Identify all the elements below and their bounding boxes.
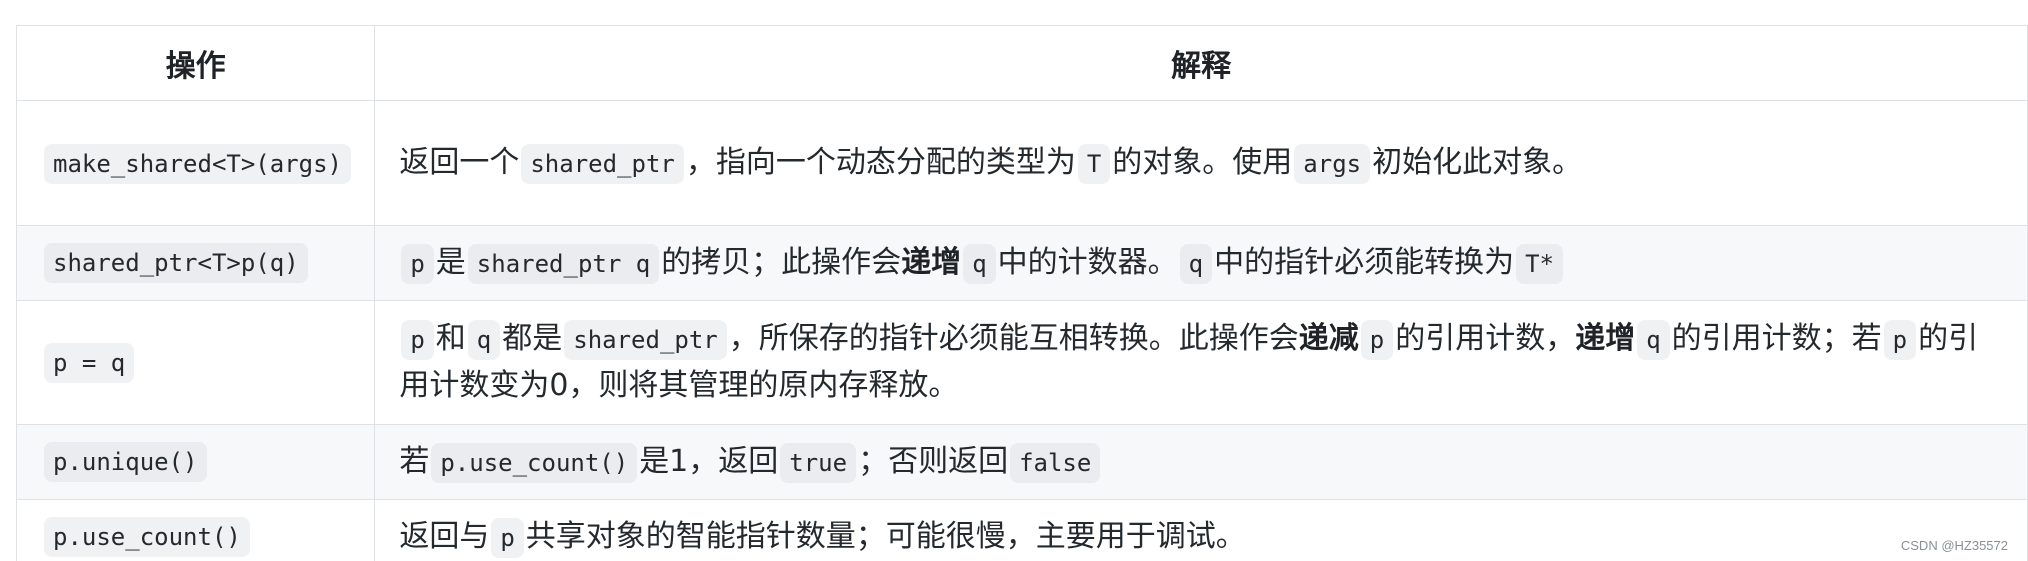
emphasis-text: 递增: [901, 244, 962, 280]
header-operation: 操作: [15, 25, 376, 101]
explanation-text: 的拷贝；此操作会: [661, 244, 902, 280]
inline-code: p: [401, 320, 434, 360]
inline-code: T*: [1516, 243, 1563, 284]
inline-code: p: [1360, 320, 1394, 360]
explanation-text: 和: [435, 321, 466, 356]
explanation-text: 是1，返回: [639, 443, 779, 479]
emphasis-text: 递增: [1575, 321, 1636, 356]
inline-code: shared_ptr: [564, 320, 727, 360]
page: 操作 解释 make_shared<T>(args) 返回一个 shared_pt…: [0, 0, 2028, 561]
explanation-text: 返回一个: [399, 144, 520, 180]
operation-cell: p.unique(): [15, 424, 376, 500]
explanation-text: 是: [435, 244, 466, 280]
operation-code: p.use_count(): [44, 517, 250, 557]
inline-code: p: [401, 243, 434, 284]
inline-code: false: [1010, 442, 1101, 483]
explanation-text: 初始化此对象。: [1372, 144, 1583, 180]
table-header-row: 操作 解释: [15, 25, 2028, 101]
explanation-text: ；否则返回: [858, 443, 1009, 479]
explanation-text: 共享对象的智能指针数量；可能很慢，主要用于调试。: [525, 518, 1246, 554]
header-explanation: 解释: [374, 25, 2028, 101]
operation-cell: p = q: [15, 300, 376, 425]
table-row: make_shared<T>(args) 返回一个 shared_ptr ，指向一个…: [15, 100, 2028, 226]
explanation-text: 的引用计数；若: [1671, 321, 1882, 356]
inline-code: args: [1294, 143, 1371, 184]
explanation-text: 的对象。使用: [1112, 144, 1293, 180]
operation-cell: shared_ptr<T>p(q): [15, 225, 376, 301]
operations-table: 操作 解释 make_shared<T>(args) 返回一个 shared_pt…: [15, 25, 2028, 561]
inline-code: p: [491, 517, 524, 558]
inline-code: p: [1883, 320, 1917, 360]
inline-code: shared_ptr: [521, 143, 684, 184]
operation-cell: make_shared<T>(args): [15, 100, 376, 226]
operation-code: make_shared<T>(args): [44, 144, 351, 184]
inline-code: true: [780, 442, 857, 483]
explanation-text: ，所保存的指针必须能互相转换。此操作会: [728, 321, 1299, 356]
explanation-text: 的引用计数，: [1395, 321, 1576, 356]
table-row: p = q p 和 q 都是 shared_ptr ，所保存的指针必须能互相转换。此操作会…: [15, 300, 2028, 425]
inline-code: q: [1637, 320, 1670, 360]
explanation-cell: p 和 q 都是 shared_ptr ，所保存的指针必须能互相转换。此操作会递减 p 的引用…: [374, 300, 2028, 425]
operation-code: shared_ptr<T>p(q): [44, 243, 308, 283]
inline-code: q: [1179, 243, 1213, 284]
operation-code: p.unique(): [44, 442, 207, 482]
inline-code: T: [1077, 143, 1111, 184]
explanation-cell: 返回一个 shared_ptr ，指向一个动态分配的类型为 T 的对象。使用 args 初始…: [374, 100, 2028, 226]
operation-code: p = q: [44, 342, 135, 383]
emphasis-text: 递减: [1298, 321, 1359, 356]
explanation-cell: 返回与 p 共享对象的智能指针数量；可能很慢，主要用于调试。: [374, 499, 2028, 561]
inline-code: shared_ptr q: [467, 243, 660, 284]
table-row: p.unique() 若 p.use_count() 是1，返回 true ；否则返回 f…: [15, 424, 2028, 500]
table-row: shared_ptr<T>p(q) p 是 shared_ptr q 的拷贝；此操作会…: [15, 225, 2028, 301]
watermark: CSDN @HZ35572: [1900, 538, 2008, 553]
inline-code: q: [467, 320, 501, 360]
explanation-cell: 若 p.use_count() 是1，返回 true ；否则返回 false: [374, 424, 2028, 500]
explanation-text: 中的计数器。: [997, 244, 1178, 280]
operation-cell: p.use_count(): [15, 499, 376, 561]
inline-code: q: [963, 243, 996, 284]
explanation-text: 中的指针必须能转换为: [1214, 244, 1515, 280]
explanation-cell: p 是 shared_ptr q 的拷贝；此操作会递增 q 中的计数器。 q 中的指针必须能转…: [374, 225, 2028, 301]
explanation-text: 若: [399, 443, 430, 479]
explanation-text: ，指向一个动态分配的类型为: [685, 144, 1076, 180]
explanation-text: 都是: [502, 321, 563, 356]
inline-code: p.use_count(): [431, 442, 638, 483]
table-row: p.use_count() 返回与 p 共享对象的智能指针数量；可能很慢，主要用于调…: [15, 499, 2028, 561]
explanation-text: 返回与: [399, 518, 490, 554]
